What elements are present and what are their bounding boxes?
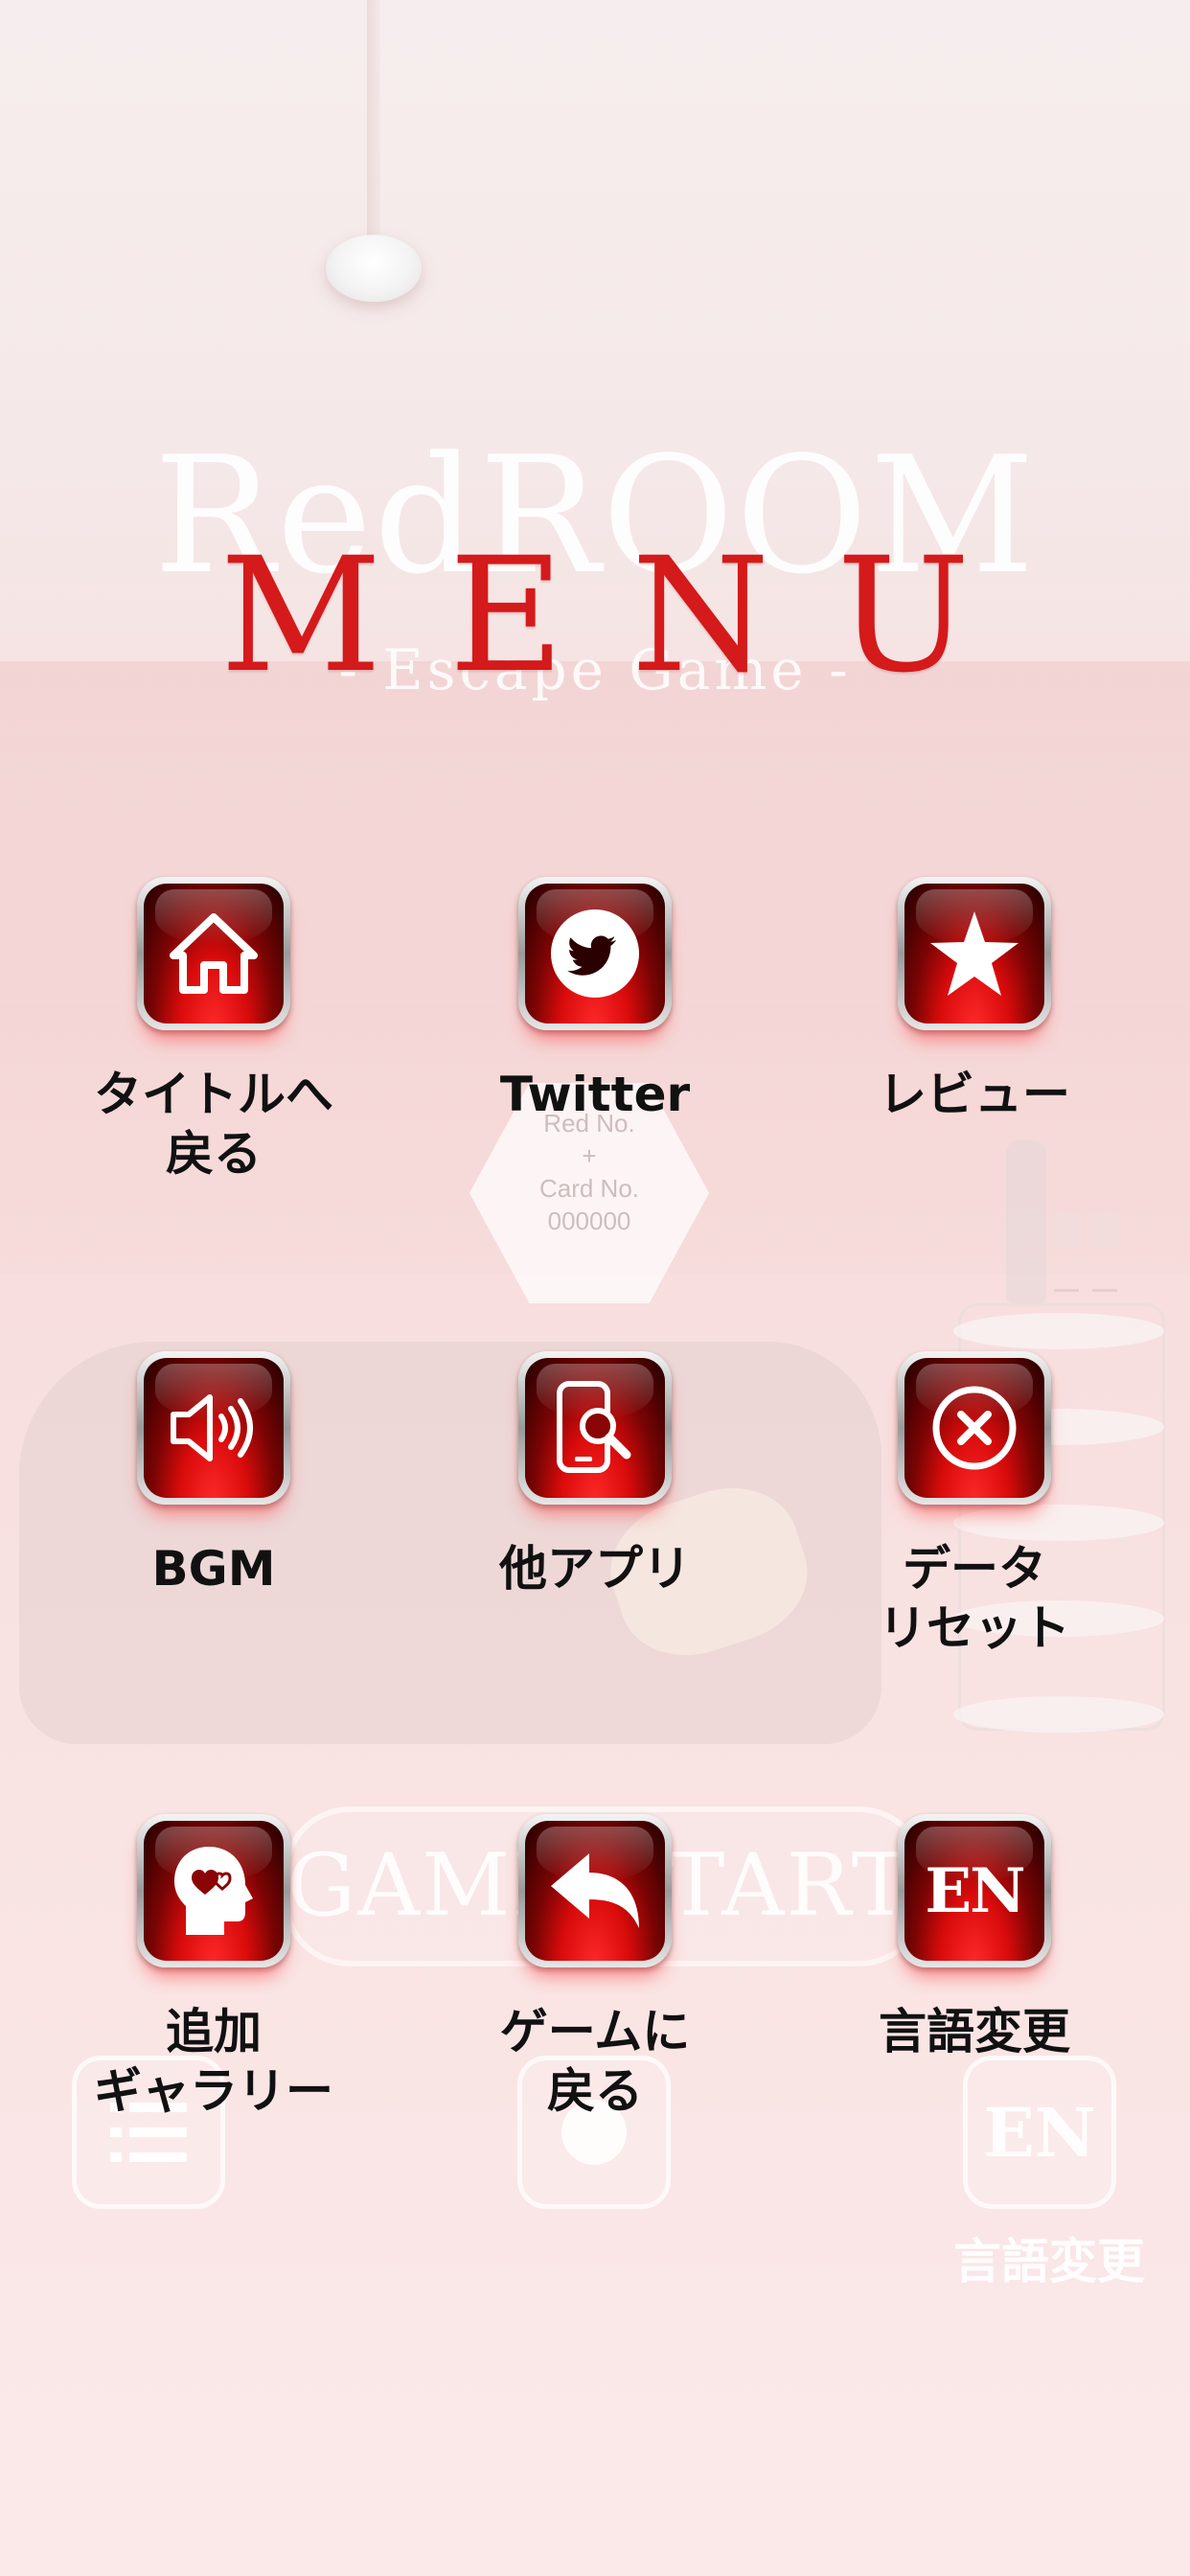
twitter-bird-icon bbox=[551, 909, 639, 998]
menu-item-back-to-title[interactable]: タイトルへ 戻る bbox=[51, 877, 377, 1184]
menu-title: MENU bbox=[219, 523, 1038, 707]
other-apps-label: 他アプリ bbox=[499, 1541, 691, 1597]
background-scene: RedROOM - Escape Game - Red No. + Card N… bbox=[0, 0, 1190, 2576]
phone-search-icon bbox=[557, 1381, 631, 1473]
back-to-title-button[interactable] bbox=[137, 877, 290, 1030]
star-icon bbox=[930, 911, 1018, 996]
hexagon-note-text: Red No. + Card No. 000000 bbox=[469, 1107, 709, 1237]
shelf-plate bbox=[953, 1696, 1164, 1733]
en-icon: EN bbox=[925, 1854, 1025, 1927]
gallery-label: 追加 ギャラリー bbox=[94, 2004, 333, 2119]
speaker-icon bbox=[171, 1394, 253, 1461]
background-language-label: 言語変更 bbox=[953, 2234, 1145, 2289]
hex-note-line: + bbox=[582, 1141, 597, 1170]
wine-glass bbox=[1054, 1212, 1079, 1292]
review-button[interactable] bbox=[898, 877, 1051, 1030]
review-label: レビュー bbox=[879, 1067, 1070, 1122]
background-language-icon: EN bbox=[963, 2056, 1116, 2209]
gallery-button[interactable] bbox=[137, 1814, 290, 1967]
other-apps-button[interactable] bbox=[518, 1351, 672, 1505]
bottle bbox=[1006, 1140, 1046, 1303]
en-icon: EN bbox=[983, 2092, 1096, 2173]
home-icon bbox=[170, 913, 258, 994]
back-to-title-label: タイトルへ 戻る bbox=[94, 1067, 333, 1182]
hex-note-line: Card No. bbox=[538, 1174, 640, 1203]
head-heart-icon bbox=[174, 1847, 253, 1935]
menu-item-other-apps[interactable]: 他アプリ bbox=[432, 1351, 758, 1598]
ceiling-lamp bbox=[326, 235, 422, 302]
twitter-button[interactable] bbox=[518, 877, 672, 1030]
lamp-cord bbox=[367, 0, 380, 240]
bgm-label: BGM bbox=[151, 1541, 276, 1597]
x-circle-icon bbox=[932, 1386, 1017, 1470]
bgm-button[interactable] bbox=[137, 1351, 290, 1505]
menu-item-data-reset[interactable]: データ リセット bbox=[812, 1351, 1137, 1658]
menu-item-gallery[interactable]: 追加 ギャラリー bbox=[51, 1814, 377, 2121]
language-label: 言語変更 bbox=[879, 2004, 1070, 2059]
twitter-label: Twitter bbox=[499, 1067, 691, 1122]
shelf-plate bbox=[953, 1313, 1164, 1349]
menu-item-review[interactable]: レビュー bbox=[812, 877, 1137, 1124]
back-to-game-button[interactable] bbox=[518, 1814, 672, 1967]
back-arrow-icon bbox=[551, 1853, 639, 1928]
menu-item-twitter[interactable]: Twitter bbox=[432, 877, 758, 1124]
menu-item-bgm[interactable]: BGM bbox=[51, 1351, 377, 1598]
data-reset-label: データ リセット bbox=[879, 1541, 1070, 1656]
language-button[interactable]: EN bbox=[898, 1814, 1051, 1967]
menu-item-language[interactable]: EN 言語変更 bbox=[812, 1814, 1137, 2061]
wine-glass bbox=[1092, 1212, 1117, 1292]
menu-item-back-to-game[interactable]: ゲームに 戻る bbox=[432, 1814, 758, 2121]
back-to-game-label: ゲームに 戻る bbox=[499, 2004, 691, 2119]
hex-note-line: 000000 bbox=[547, 1207, 631, 1235]
data-reset-button[interactable] bbox=[898, 1351, 1051, 1505]
